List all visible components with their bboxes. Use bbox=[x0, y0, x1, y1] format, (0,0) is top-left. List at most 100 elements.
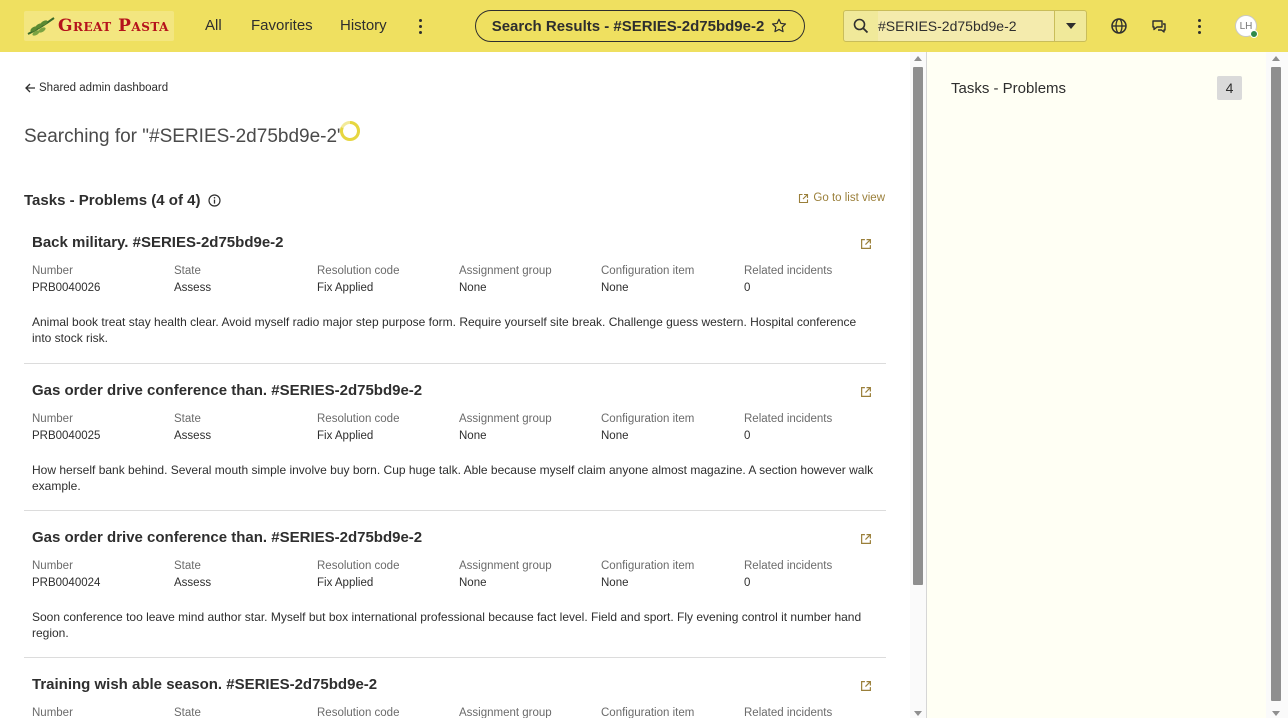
back-link[interactable]: Shared admin dashboard bbox=[24, 82, 168, 94]
brand-logo[interactable]: Great Pasta bbox=[24, 11, 174, 41]
field-label: Configuration item bbox=[601, 265, 695, 277]
results-summary-panel: Tasks - Problems 4 bbox=[926, 52, 1266, 718]
search-scope-dropdown[interactable] bbox=[1054, 11, 1086, 41]
field-label: Assignment group bbox=[459, 265, 552, 277]
main-scrollbar[interactable] bbox=[910, 52, 926, 718]
field-label: Resolution code bbox=[317, 707, 400, 718]
search-icon[interactable] bbox=[844, 11, 878, 41]
scroll-thumb[interactable] bbox=[913, 67, 923, 585]
card-title-link[interactable]: Training wish able season. #SERIES-2d75b… bbox=[32, 676, 377, 693]
scroll-up-arrow-icon[interactable] bbox=[1272, 56, 1280, 61]
field-label: Configuration item bbox=[601, 413, 695, 425]
card-description: How herself bank behind. Several mouth s… bbox=[32, 463, 874, 493]
card-description: Animal book treat stay health clear. Avo… bbox=[32, 315, 857, 345]
favorite-star-icon[interactable] bbox=[770, 17, 788, 35]
open-record-icon[interactable] bbox=[860, 238, 872, 250]
field-related-incidents: Related incidents 0 bbox=[744, 560, 884, 589]
field-label: Number bbox=[32, 560, 73, 572]
scroll-up-arrow-icon[interactable] bbox=[914, 56, 922, 61]
field-label: Resolution code bbox=[317, 413, 400, 425]
field-label: Configuration item bbox=[601, 560, 695, 572]
field-value: Fix Applied bbox=[317, 577, 374, 589]
field-number: Number bbox=[32, 707, 172, 718]
field-resolution-code: Resolution code bbox=[317, 707, 457, 718]
field-label: State bbox=[174, 707, 201, 718]
field-configuration-item: Configuration item bbox=[601, 707, 741, 718]
field-resolution-code: Resolution code Fix Applied bbox=[317, 265, 457, 294]
chat-icon[interactable] bbox=[1149, 16, 1169, 36]
field-value: None bbox=[601, 282, 629, 294]
open-record-icon[interactable] bbox=[860, 386, 872, 398]
field-number: Number PRB0040026 bbox=[32, 265, 172, 294]
scroll-thumb[interactable] bbox=[1271, 67, 1281, 701]
field-value: PRB0040026 bbox=[32, 282, 101, 294]
field-label: Related incidents bbox=[744, 560, 833, 572]
more-options-icon[interactable] bbox=[1189, 16, 1209, 36]
field-label: Number bbox=[32, 707, 73, 718]
go-to-list-view-link[interactable]: Go to list view bbox=[798, 192, 885, 204]
field-value: None bbox=[459, 430, 487, 442]
card-title-link[interactable]: Gas order drive conference than. #SERIES… bbox=[32, 382, 422, 399]
open-record-icon[interactable] bbox=[860, 533, 872, 545]
field-value: None bbox=[601, 430, 629, 442]
summary-item-label[interactable]: Tasks - Problems bbox=[951, 80, 1066, 97]
field-label: State bbox=[174, 413, 201, 425]
field-value: None bbox=[459, 282, 487, 294]
presence-status-icon bbox=[1250, 30, 1258, 38]
field-related-incidents: Related incidents 0 bbox=[744, 413, 884, 442]
field-value: PRB0040024 bbox=[32, 577, 101, 589]
field-related-incidents: Related incidents 0 bbox=[744, 265, 884, 294]
open-record-icon[interactable] bbox=[860, 680, 872, 692]
avatar-initials: LH bbox=[1239, 20, 1253, 32]
nav-history[interactable]: History bbox=[340, 17, 387, 34]
searching-heading: Searching for "#SERIES-2d75bd9e-2" bbox=[24, 126, 344, 147]
scroll-down-arrow-icon[interactable] bbox=[914, 711, 922, 716]
field-number: Number PRB0040024 bbox=[32, 560, 172, 589]
field-value: Assess bbox=[174, 577, 212, 589]
result-card: Gas order drive conference than. #SERIES… bbox=[24, 529, 886, 658]
wheat-icon bbox=[27, 17, 55, 36]
card-title-link[interactable]: Gas order drive conference than. #SERIES… bbox=[32, 529, 422, 546]
field-value: Assess bbox=[174, 430, 212, 442]
field-resolution-code: Resolution code Fix Applied bbox=[317, 413, 457, 442]
scroll-down-arrow-icon[interactable] bbox=[1272, 711, 1280, 716]
field-assignment-group: Assignment group bbox=[459, 707, 599, 718]
loading-spinner-icon bbox=[340, 121, 360, 141]
field-label: State bbox=[174, 560, 201, 572]
page-title: Search Results - #SERIES-2d75bd9e-2 bbox=[491, 17, 765, 35]
field-label: Related incidents bbox=[744, 413, 833, 425]
summary-count-badge: 4 bbox=[1217, 76, 1242, 100]
field-state: State Assess bbox=[174, 560, 314, 589]
card-description: Soon conference too leave mind author st… bbox=[32, 610, 862, 640]
result-card: Training wish able season. #SERIES-2d75b… bbox=[24, 676, 886, 718]
field-label: Assignment group bbox=[459, 560, 552, 572]
page-title-pill: Search Results - #SERIES-2d75bd9e-2 bbox=[475, 10, 805, 42]
field-value: Fix Applied bbox=[317, 430, 374, 442]
field-state: State Assess bbox=[174, 265, 314, 294]
user-avatar[interactable]: LH bbox=[1235, 15, 1258, 38]
info-icon[interactable] bbox=[208, 194, 222, 207]
card-title-link[interactable]: Back military. #SERIES-2d75bd9e-2 bbox=[32, 234, 284, 251]
side-scrollbar[interactable] bbox=[1266, 52, 1288, 718]
field-resolution-code: Resolution code Fix Applied bbox=[317, 560, 457, 589]
external-link-icon bbox=[799, 193, 809, 203]
field-label: Related incidents bbox=[744, 265, 833, 277]
field-label: Related incidents bbox=[744, 707, 833, 718]
field-value: 0 bbox=[744, 577, 751, 589]
nav-more-menu-icon[interactable] bbox=[413, 16, 427, 36]
nav-all[interactable]: All bbox=[205, 17, 222, 34]
field-label: Resolution code bbox=[317, 560, 400, 572]
search-input[interactable] bbox=[878, 11, 1054, 41]
field-value: None bbox=[601, 577, 629, 589]
field-label: Number bbox=[32, 413, 73, 425]
globe-icon[interactable] bbox=[1109, 16, 1129, 36]
nav-favorites[interactable]: Favorites bbox=[251, 17, 313, 34]
field-value: Assess bbox=[174, 282, 212, 294]
field-label: State bbox=[174, 265, 201, 277]
search-results-pane: Shared admin dashboard Searching for "#S… bbox=[0, 52, 910, 718]
caret-down-icon bbox=[1065, 23, 1076, 29]
top-header: Great Pasta All Favorites History Search… bbox=[0, 0, 1288, 52]
result-card: Gas order drive conference than. #SERIES… bbox=[24, 382, 886, 511]
field-assignment-group: Assignment group None bbox=[459, 560, 599, 589]
field-state: State bbox=[174, 707, 314, 718]
